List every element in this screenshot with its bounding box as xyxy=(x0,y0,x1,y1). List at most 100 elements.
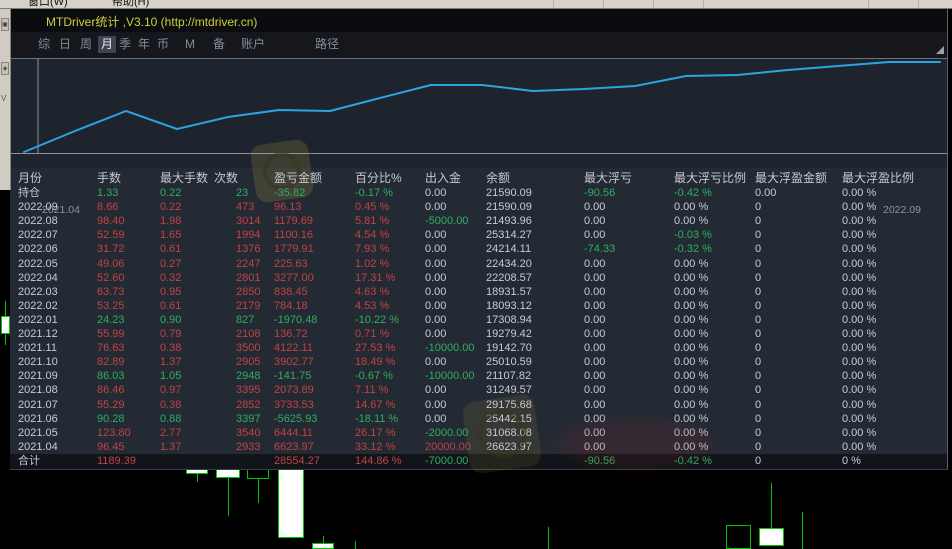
cell: 22434.20 xyxy=(486,257,532,270)
tab-zhanghu[interactable]: 账户 xyxy=(238,36,268,53)
column-header-5: 盈亏金额 xyxy=(274,171,323,185)
cell: -90.56 xyxy=(584,187,616,199)
path-button[interactable]: 路径 xyxy=(312,36,342,53)
cell: -5000.00 xyxy=(425,215,469,228)
cell: 52.59 xyxy=(97,229,125,242)
cell: 0.00 % xyxy=(842,342,877,355)
cell: 225.63 xyxy=(274,257,308,270)
cell: 0.00 % xyxy=(842,356,877,369)
cell: 28554.27 xyxy=(274,454,320,467)
cell: 0.00 % xyxy=(842,187,877,199)
tab-zhou[interactable]: 周 xyxy=(77,36,95,53)
cell: 0.22 xyxy=(160,187,182,199)
cell: 0.38 xyxy=(160,342,182,355)
table-row: 2022.08 98.40 1.98 3014 1179.69 5.81 % -5000.0… xyxy=(10,214,947,228)
cell: 2022.08 xyxy=(18,215,58,228)
menu-separator xyxy=(868,0,869,8)
cell: 0 xyxy=(755,313,762,326)
menu-separator xyxy=(918,0,919,8)
cell: 0 xyxy=(755,398,762,411)
cell: 1.37 xyxy=(160,356,182,369)
cell: 0 xyxy=(755,285,762,298)
equity-line xyxy=(23,61,941,153)
cell: 0.00 % xyxy=(842,285,877,298)
menu-separator xyxy=(703,0,704,8)
cell: 2022.02 xyxy=(18,299,58,312)
cell: 4122.11 xyxy=(274,342,313,355)
tab-yue[interactable]: 月 xyxy=(98,36,117,53)
cell: 31.72 xyxy=(97,243,125,256)
cell: 0.00 xyxy=(425,299,447,312)
cell: 0.00 xyxy=(425,384,447,397)
cell: 1.02 % xyxy=(355,257,390,270)
cell: 2022.03 xyxy=(18,285,58,298)
cell: 2022.04 xyxy=(18,271,58,284)
cell: -10000.00 xyxy=(425,342,475,355)
cell: 0.71 % xyxy=(355,328,390,340)
cell: 76.63 xyxy=(97,342,125,355)
cell: 0 xyxy=(755,271,762,284)
cell: 18093.12 xyxy=(486,299,532,312)
cell: 0.00 % xyxy=(842,426,877,439)
cell: -74.33 xyxy=(584,243,616,256)
cell: 0.22 xyxy=(160,201,182,214)
tab-nian[interactable]: 年 xyxy=(135,36,153,53)
menu-separator xyxy=(653,0,654,8)
cell: 0.32 xyxy=(160,271,182,284)
table-row: 2022.09 8.66 0.22 473 96.13 0.45 % 0.00 21590.0… xyxy=(10,200,947,214)
side-toolbar-button-2[interactable]: ◈ xyxy=(1,62,9,75)
tab-ji[interactable]: 季 xyxy=(116,36,134,53)
cell: 5.81 % xyxy=(355,215,390,228)
cell: 21590.09 xyxy=(486,187,532,199)
cell: 2073.89 xyxy=(274,384,314,397)
cell: 1.33 xyxy=(97,187,119,199)
cell: 2021.09 xyxy=(18,370,58,383)
cell: 0.00 xyxy=(425,229,447,242)
cell: 3733.53 xyxy=(274,398,314,411)
cell: 0.00 xyxy=(425,356,447,369)
candle-body xyxy=(278,468,304,538)
cell: -0.67 % xyxy=(355,370,393,383)
cell: 4.53 % xyxy=(355,299,390,312)
side-toolbar-button-1[interactable]: ▣ xyxy=(1,18,9,31)
cell: 0.00 % xyxy=(674,201,709,214)
cell: 0.00 xyxy=(584,201,606,214)
cell: 0 xyxy=(755,243,762,256)
menu-item-window[interactable]: 窗口(W) xyxy=(28,0,68,8)
cell: 0.27 xyxy=(160,257,182,270)
os-menu-bar: 窗口(W) 帮助(H) xyxy=(0,0,952,9)
mtdriver-stats-window: MTDriver统计 ,V3.10 (http://mtdriver.cn) 路… xyxy=(10,8,948,475)
equity-curve-chart: 2021.04 2022.09 xyxy=(10,58,947,216)
cell: 0 xyxy=(755,342,762,355)
cell: 17.31 % xyxy=(355,271,396,284)
menu-item-help[interactable]: 帮助(H) xyxy=(112,0,149,8)
candle-body xyxy=(758,528,784,546)
cell: 2022.09 xyxy=(18,201,58,214)
cell: 0.61 xyxy=(160,243,182,256)
candle-wick xyxy=(228,478,229,516)
tab-ri[interactable]: 日 xyxy=(56,36,74,53)
cell: -0.42 % xyxy=(674,187,712,199)
table-row: 2022.03 63.73 0.95 2850 838.45 4.63 % 0.00 1893… xyxy=(10,285,947,299)
column-header-8: 余额 xyxy=(486,171,511,185)
cell: 4.63 % xyxy=(355,285,390,298)
cell: 0.00 % xyxy=(674,271,709,284)
tab-bi[interactable]: 币 xyxy=(154,36,172,53)
cell: 0.00 % xyxy=(842,229,877,242)
cell: 0.00 % xyxy=(674,384,709,397)
candle-body xyxy=(0,316,10,334)
tab-M[interactable]: M xyxy=(182,36,198,53)
table-row: 持仓 1.33 0.22 23 -35.82 -0.17 % 0.00 21590.09 -90… xyxy=(10,186,947,200)
cell: 0 xyxy=(755,201,762,214)
cell: -35.82 xyxy=(274,187,306,199)
cell: 2021.06 xyxy=(18,412,58,425)
cell: 27.53 % xyxy=(355,342,396,355)
tab-bei[interactable]: 备 xyxy=(210,36,228,53)
cell: -0.17 % xyxy=(355,187,393,199)
tab-zong[interactable]: 综 xyxy=(35,36,53,53)
cell: -5625.93 xyxy=(274,412,318,425)
table-row: 2021.10 82.89 1.37 2905 3902.77 18.49 % 0.00 25… xyxy=(10,355,947,369)
cell: 33.12 % xyxy=(355,440,396,453)
candle-wick xyxy=(802,512,803,549)
cell: 0.00 % xyxy=(674,215,709,228)
